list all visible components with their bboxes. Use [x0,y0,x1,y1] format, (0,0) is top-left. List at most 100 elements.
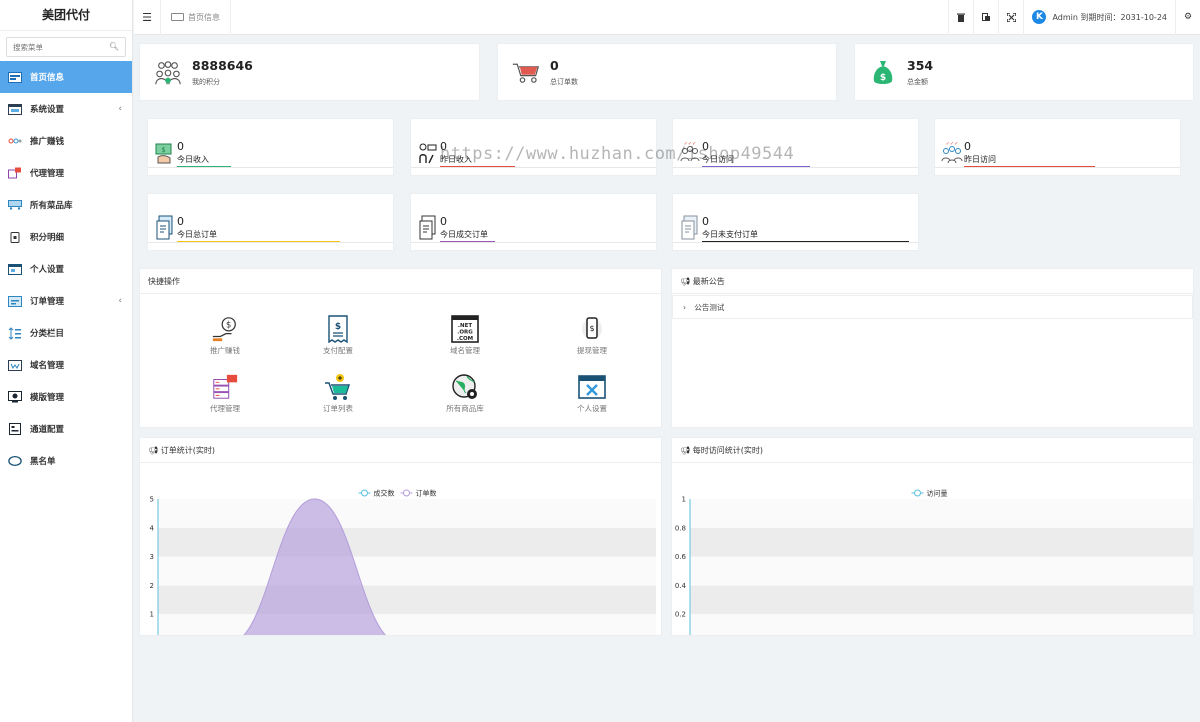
small-stat-value: 0 [702,215,709,228]
points-group-icon [154,59,182,87]
svg-text:✓✓✓: ✓✓✓ [684,141,697,147]
small-stat-value: 0 [964,140,971,153]
notice-item[interactable]: › 公告测试 [672,295,1193,319]
chevron-left-icon[interactable]: ‹ [118,104,122,114]
sidebar-item[interactable]: 推广赚钱 [0,125,132,157]
quick-action[interactable]: 订单列表 [298,373,378,414]
fullscreen-icon[interactable] [998,0,1023,35]
quick-action[interactable]: $ 支付配置 [298,315,378,356]
small-stat-value: 0 [177,140,184,153]
blacklist-icon [8,455,22,467]
user-menu[interactable]: K Admin 到期时间：2031-10-24 [1023,0,1175,35]
sidebar-item-label: 系统设置 [30,105,65,115]
small-stat-label: 今日总订单 [177,230,217,239]
sidebar-item[interactable]: 积分明细 [0,221,132,253]
divider [411,167,656,168]
notice-item-label: 公告测试 [694,303,725,312]
home-tab-icon [171,13,184,21]
y-tick-label: 1 [150,611,154,619]
quick-action[interactable]: $ 推广赚钱 [185,315,265,356]
topbar: ☰ 首页信息 K Admin 到期时间：2031-10-24 ⚙ [134,0,1200,35]
domain-net-icon: .NET .ORG .COM [451,315,479,343]
sidebar-item[interactable]: 模版管理 [0,381,132,413]
quick-action[interactable]: 所有商品库 [425,373,505,414]
breadcrumb-tab[interactable]: 首页信息 [160,0,231,35]
svg-text:✓✓✓: ✓✓✓ [946,141,959,147]
sidebar-item-label: 个人设置 [30,265,65,275]
theme-settings-icon[interactable]: ⚙ [1175,0,1200,35]
notice-title: 📢︎ 最新公告 [672,269,1193,294]
sidebar-item[interactable]: 黑名单 [0,445,132,477]
y-tick-label: 0.4 [675,582,687,590]
visit-icon: ✓✓✓ [679,140,701,166]
stat-label: 我的积分 [192,78,220,86]
menu-search-box[interactable]: 🔍︎ [6,37,126,57]
small-stat-label: 昨日访问 [964,155,996,164]
notice-panel: 📢︎ 最新公告 › 公告测试 [671,268,1194,428]
yesterday-visit-icon: ✓✓✓ [941,140,963,166]
sidebar-item[interactable]: 域名管理 [0,349,132,381]
profile-icon [8,263,22,275]
stat-label: 总订单数 [550,78,578,86]
grid-band [158,527,656,557]
quick-action[interactable]: $ 提现管理 [552,315,632,356]
quick-action-label: 域名管理 [450,346,480,355]
sidebar-item-label: 推广赚钱 [30,137,65,147]
quick-action[interactable]: 代理管理 [185,373,265,414]
search-icon[interactable]: 🔍︎ [109,42,119,51]
order-chart-panel: 📢︎ 订单统计(实时) 0123452025-10-172025-10-1920… [139,437,662,636]
sidebar-item[interactable]: 首页信息 [0,61,132,93]
y-tick-label: 3 [150,553,154,561]
channel-icon [8,423,22,435]
stat-value: 0 [550,58,559,73]
sidebar-item[interactable]: 订单管理 ‹ [0,285,132,317]
chevron-left-icon[interactable]: ‹ [118,296,122,306]
sidebar-item[interactable]: 分类栏目 [0,317,132,349]
small-stat-card: 0 今日总订单 [147,193,394,251]
clear-cache-icon[interactable] [948,0,973,35]
menu-toggle-icon[interactable]: ☰ [134,11,160,24]
sidebar-item[interactable]: 所有菜品库 [0,189,132,221]
user-expiry-text: Admin 到期时间：2031-10-24 [1052,12,1167,22]
template-icon [8,391,22,403]
app-title: 美团代付 [0,0,132,31]
quick-action[interactable]: 个人设置 [552,373,632,414]
divider [148,242,393,243]
y-tick-label: 5 [150,496,154,504]
sidebar-item-label: 模版管理 [30,393,65,403]
accent-underline [440,166,515,167]
category-icon [8,326,22,340]
small-stat-value: 0 [440,215,447,228]
small-stat-label: 今日访问 [702,155,734,164]
agent-icon [8,167,22,179]
quick-action[interactable]: .NET .ORG .COM 域名管理 [425,315,505,356]
legend-label: 订单数 [416,489,437,498]
divider [673,242,918,243]
small-stat-value: 0 [177,215,184,228]
window-tools-icon [578,373,606,401]
withdraw-phone-icon: $ [578,315,606,343]
quick-action-label: 提现管理 [577,346,607,355]
sidebar-item[interactable]: 系统设置 ‹ [0,93,132,125]
y-tick-label: 0.2 [675,611,686,619]
order-chart-title: 📢︎ 订单统计(实时) [140,438,661,463]
sidebar-item[interactable]: 通道配置 [0,413,132,445]
accent-underline [702,166,810,167]
unpaid-order-icon [679,215,701,241]
visit-chart: 00.20.40.60.8100020406081010:44:2510:44:… [675,489,1193,635]
small-stat-label: 昨日收入 [440,155,472,164]
sidebar-item[interactable]: 代理管理 [0,157,132,189]
menu-search-input[interactable] [7,38,125,56]
accent-underline [177,166,231,167]
quick-action-label: 支付配置 [323,346,353,355]
money-bag-icon: $ [869,59,897,87]
chevron-right-icon: › [683,303,686,312]
settings-window-icon [8,103,22,115]
svg-text:$: $ [161,146,165,154]
y-tick-label: 1 [682,496,686,504]
stat-card-orders: 0 总订单数 [497,43,837,101]
stat-card-points: 8888646 我的积分 [139,43,480,101]
lock-screen-icon[interactable] [973,0,998,35]
sidebar-item[interactable]: 个人设置 [0,253,132,285]
order-chart-title-label: 订单统计(实时) [160,446,215,455]
